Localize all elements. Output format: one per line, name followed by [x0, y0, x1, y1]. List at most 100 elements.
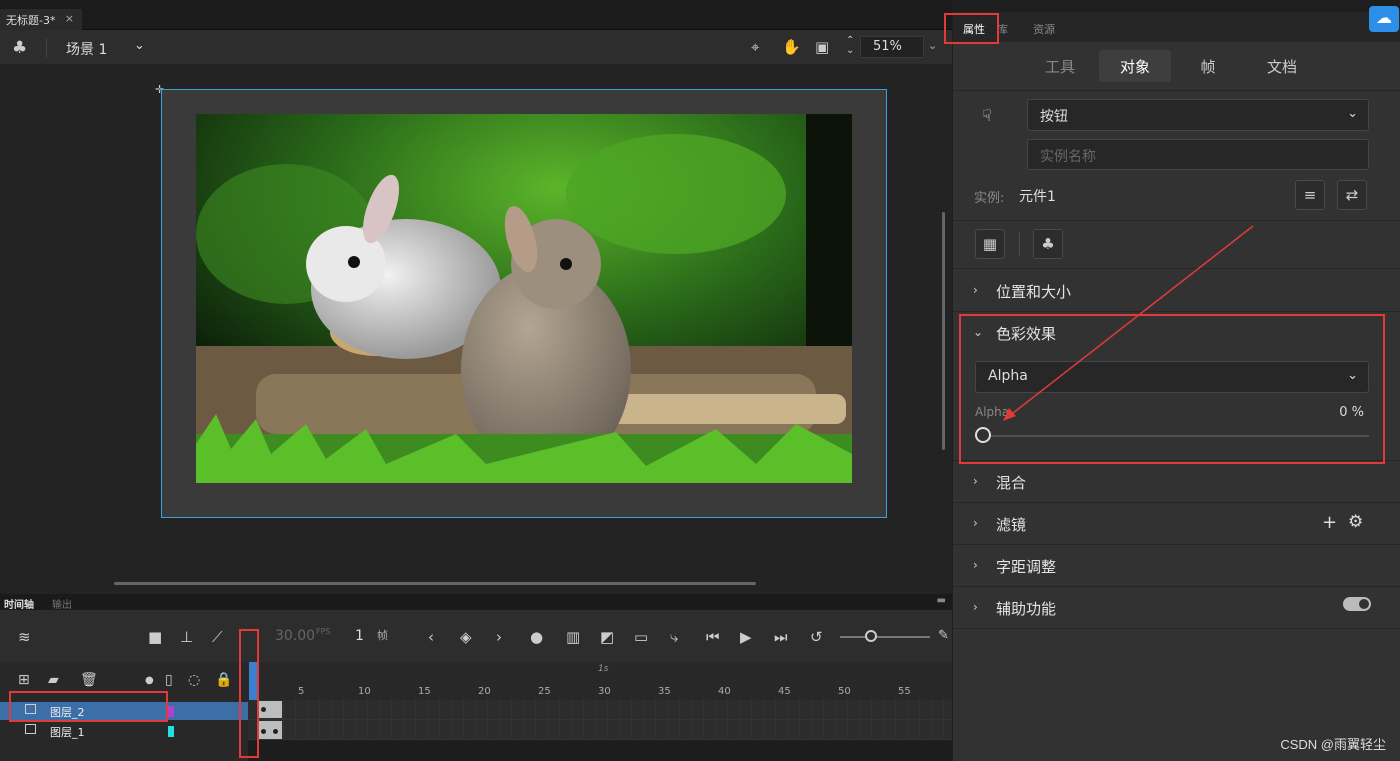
folder-icon[interactable]: ▰: [48, 672, 59, 688]
step-back-icon[interactable]: ⏮: [706, 628, 720, 646]
ruler-tick-label: 20: [478, 686, 491, 697]
scene-selector-label[interactable]: 场景 1: [66, 39, 107, 59]
scene-icon[interactable]: ♣: [12, 38, 27, 58]
subtab-object[interactable]: 对象: [1099, 50, 1171, 82]
add-filter-icon[interactable]: +: [1322, 512, 1337, 533]
play-icon[interactable]: ▶: [740, 628, 752, 646]
crosshair-icon[interactable]: ⌖: [751, 38, 759, 56]
timeline-ruler[interactable]: 1s 5 10 15 20 25 30 35 40 45 50 55: [248, 662, 952, 700]
chevron-right-icon: ›: [973, 474, 978, 488]
fps-value[interactable]: 30.00: [275, 628, 315, 644]
trash-icon[interactable]: 🗑: [80, 672, 98, 688]
loop-icon[interactable]: ⤷: [670, 628, 678, 646]
section-accessibility[interactable]: › 辅助功能: [953, 587, 1400, 629]
section-title: 辅助功能: [996, 600, 1057, 618]
insert-blank-keyframe-icon[interactable]: ▭: [634, 628, 648, 646]
tab-output[interactable]: 输出: [52, 596, 72, 611]
ruler-tick-label: 5: [298, 686, 305, 697]
highlight-dot-icon[interactable]: ●: [145, 675, 154, 686]
frame-size-slider-knob[interactable]: [865, 630, 877, 642]
tab-assets[interactable]: 资源: [1033, 21, 1055, 37]
clip-icon[interactable]: ▣: [815, 38, 829, 56]
chevron-right-icon: ›: [973, 600, 978, 614]
keyframe[interactable]: [258, 701, 282, 718]
swap-symbol-icon[interactable]: ⇄: [1337, 180, 1367, 210]
add-layer-icon[interactable]: ⊞: [18, 672, 30, 688]
keyframe[interactable]: [258, 721, 282, 739]
zoom-stepper-icon[interactable]: ⌃ ⌄: [846, 36, 854, 56]
section-filters[interactable]: › 滤镜 + ⚙: [953, 503, 1400, 545]
layer-color-swatch[interactable]: [168, 706, 174, 717]
next-keyframe-icon[interactable]: ›: [496, 628, 502, 646]
layer-name[interactable]: 图层_1: [50, 724, 85, 740]
insert-keyframe-icon[interactable]: ◈: [460, 628, 472, 646]
ruler-tick-label: 50: [838, 686, 851, 697]
close-tab-icon[interactable]: ×: [65, 12, 74, 25]
frame-cells: [248, 700, 952, 740]
chevron-right-icon: ›: [973, 558, 978, 572]
rewind-icon[interactable]: ↺: [810, 628, 823, 646]
prev-keyframe-icon[interactable]: ‹: [428, 628, 434, 646]
stage[interactable]: [161, 89, 887, 518]
layer-type-icon: [25, 724, 36, 734]
create-tween-icon[interactable]: ◩: [600, 628, 614, 646]
current-frame[interactable]: 1: [355, 628, 364, 644]
section-position-size[interactable]: › 位置和大小: [953, 270, 1400, 312]
color-effect-highlight-box: [959, 314, 1385, 464]
frame-size-slider-track[interactable]: [840, 636, 930, 638]
divider: [953, 220, 1400, 221]
edit-multiple-frames-icon[interactable]: ▥: [566, 628, 580, 646]
timeline-toolbar: ≋ ■ ⊥ ⟋ 30.00 FPS 1 帧 ‹ ◈ › ● ▥ ◩ ▭ ⤷ ⏮ …: [0, 610, 952, 662]
ruler-tick-label: 30: [598, 686, 611, 697]
hierarchy-icon[interactable]: ⊥: [180, 628, 193, 646]
chevron-right-icon: ›: [973, 283, 978, 297]
panel-menu-icon[interactable]: ▬: [937, 595, 946, 606]
zoom-dropdown-icon[interactable]: ⌄: [928, 39, 937, 52]
instance-name-input[interactable]: 实例名称: [1027, 139, 1369, 170]
keyframe-highlight-box: [239, 629, 259, 758]
accessibility-toggle[interactable]: [1343, 597, 1371, 611]
ruler-tick-label: 25: [538, 686, 551, 697]
keyframe-dot: [273, 729, 278, 734]
subtab-document[interactable]: 文档: [1249, 50, 1315, 82]
fps-unit: FPS: [316, 627, 331, 636]
bunny-image[interactable]: [196, 114, 852, 483]
document-tab[interactable]: 无标题-3* ×: [0, 9, 82, 30]
align-icon[interactable]: ▦: [975, 229, 1005, 259]
section-blend[interactable]: › 混合: [953, 461, 1400, 503]
bunny-photo-illustration: [196, 114, 852, 483]
layers-icon[interactable]: ≋: [18, 628, 31, 646]
step-forward-icon[interactable]: ⏭: [774, 628, 788, 646]
graph-icon[interactable]: ⟋: [212, 628, 223, 646]
onion-skin-icon[interactable]: ●: [530, 628, 543, 646]
keyframe-dot: [261, 707, 266, 712]
hand-icon[interactable]: ✋: [782, 38, 801, 56]
stage-horizontal-scrollbar[interactable]: [114, 582, 756, 585]
outline-icon[interactable]: ▯: [165, 672, 173, 688]
lock-icon[interactable]: 🔒: [215, 672, 232, 688]
subtab-frame[interactable]: 帧: [1177, 50, 1239, 82]
properties-topbar: [953, 0, 1400, 12]
section-kerning[interactable]: › 字距调整: [953, 545, 1400, 587]
symbol-library-icon[interactable]: ♣: [1033, 229, 1063, 259]
divider: [953, 90, 1400, 91]
subtab-tool[interactable]: 工具: [1028, 50, 1092, 82]
watermark: CSDN @雨翼轻尘: [1280, 737, 1386, 752]
frames-grid[interactable]: [248, 700, 952, 740]
chevron-right-icon: ›: [973, 516, 978, 530]
visibility-icon[interactable]: ◌: [188, 672, 200, 688]
layer-row[interactable]: 图层_1: [0, 722, 248, 740]
gear-icon[interactable]: ⚙: [1348, 512, 1363, 532]
edit-symbol-icon[interactable]: ≡: [1295, 180, 1325, 210]
pencil-icon[interactable]: ✎: [938, 628, 949, 643]
layer-color-swatch[interactable]: [168, 726, 174, 737]
object-subtabs: 工具 对象 帧 文档: [953, 50, 1400, 82]
stage-vertical-scrollbar[interactable]: [942, 212, 945, 450]
camera-icon[interactable]: ■: [148, 628, 162, 646]
ruler-tick-label: 15: [418, 686, 431, 697]
zoom-input[interactable]: 51%: [860, 36, 924, 58]
chevron-down-icon[interactable]: ⌄: [134, 38, 145, 53]
symbol-type-dropdown[interactable]: 按钮 ⌄: [1027, 99, 1369, 131]
tab-timeline[interactable]: 时间轴: [4, 596, 34, 611]
cloud-sync-icon[interactable]: ☁: [1369, 6, 1399, 32]
